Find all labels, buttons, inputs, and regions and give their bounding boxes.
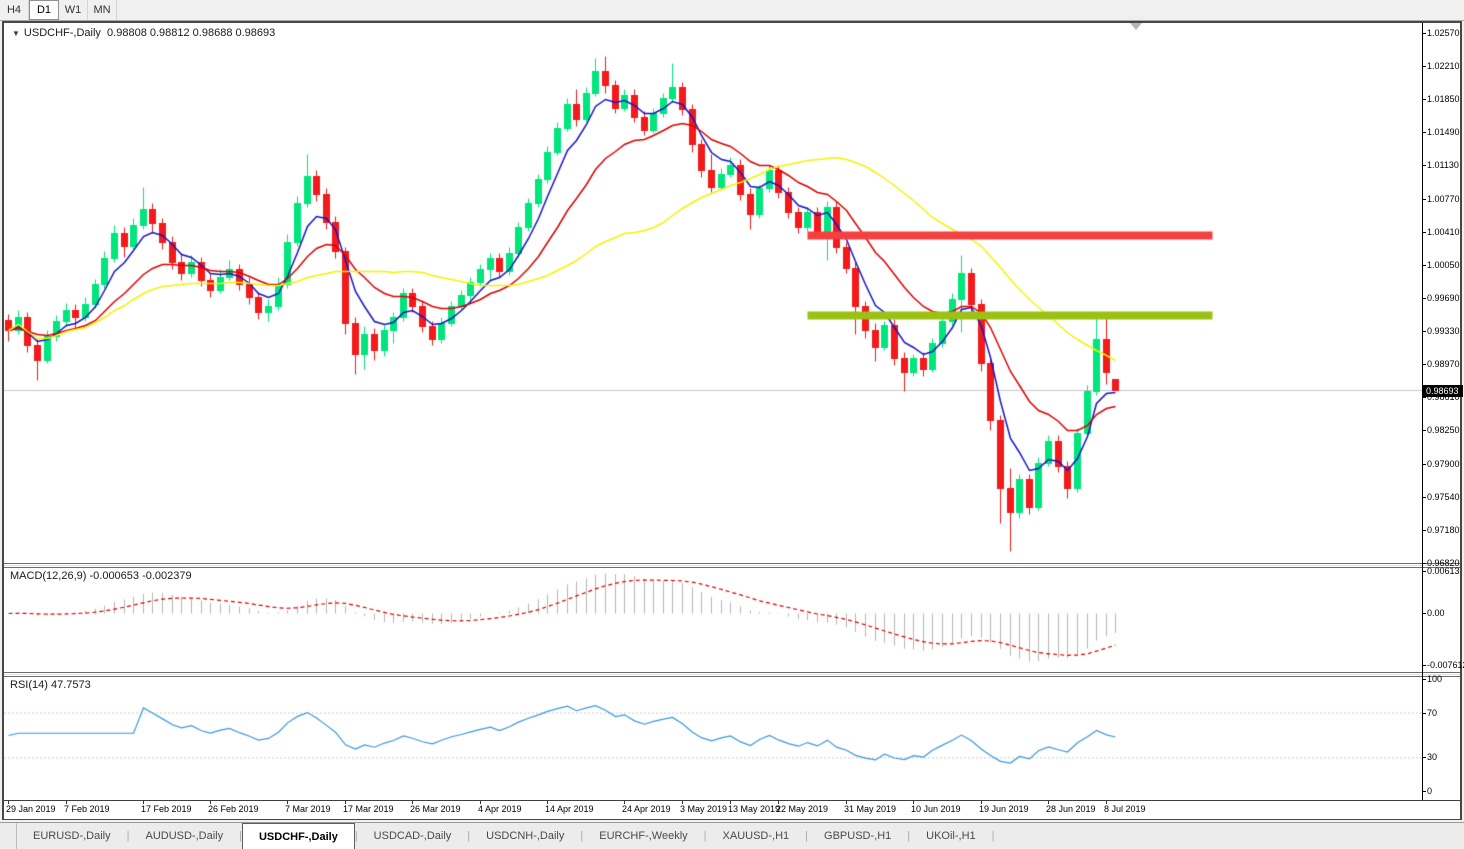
rsi-axis-label: 30 (1427, 752, 1437, 762)
macd-indicator-canvas[interactable] (4, 568, 1422, 672)
price-axis-label: 1.00050 (1427, 260, 1460, 270)
axis-tick (1423, 33, 1426, 34)
date-label: 19 Jun 2019 (979, 804, 1029, 814)
rsi-value: 47.7573 (51, 679, 91, 691)
price-axis-label: 1.01850 (1427, 94, 1460, 104)
symbol-tab-audusd[interactable]: AUDUSD-,Daily (129, 823, 239, 849)
axis-tick (1423, 713, 1426, 714)
rsi-title: RSI(14) 47.7573 (10, 679, 91, 691)
symbol-tab-eurusd[interactable]: EURUSD-,Daily (17, 823, 127, 849)
axis-tick (1423, 530, 1426, 531)
rsi-axis-label: 70 (1427, 708, 1437, 718)
chart-ohlc-values: 0.98808 0.98812 0.98688 0.98693 (107, 27, 275, 39)
axis-tick (1423, 66, 1426, 67)
axis-tick (1423, 679, 1426, 680)
symbol-tab-eurchf[interactable]: EURCHF-,Weekly (583, 823, 703, 849)
chart-dropdown-icon[interactable]: ▼ (12, 29, 20, 38)
rsi-axis-label: 100 (1427, 674, 1442, 684)
price-axis-label: 1.01490 (1427, 127, 1460, 137)
macd-label: MACD(12,26,9) (10, 570, 86, 582)
symbol-tab-bar: EURUSD-,Daily|AUDUSD-,Daily|USDCHF-,Dail… (0, 822, 1464, 849)
chart-title: ▼ USDCHF-,Daily 0.98808 0.98812 0.98688 0… (12, 27, 275, 39)
date-label: 31 May 2019 (844, 804, 896, 814)
chart-shift-marker-icon[interactable] (1130, 23, 1142, 30)
date-label: 26 Feb 2019 (208, 804, 259, 814)
rsi-axis-label: 0 (1427, 786, 1432, 796)
date-label: 14 Apr 2019 (545, 804, 594, 814)
timeframe-button-mn[interactable]: MN (88, 0, 117, 20)
current-price-tag: 0.98693 (1423, 385, 1463, 397)
timeframe-button-h4[interactable]: H4 (0, 0, 29, 20)
price-axis-label: 0.99330 (1427, 326, 1460, 336)
date-label: 22 May 2019 (776, 804, 828, 814)
date-label: 17 Mar 2019 (343, 804, 394, 814)
price-axis-label: 1.01130 (1427, 160, 1459, 170)
timeframe-button-w1[interactable]: W1 (59, 0, 88, 20)
axis-tick (1423, 199, 1426, 200)
price-axis-label: 1.02570 (1427, 28, 1460, 38)
axis-tick (1423, 757, 1426, 758)
symbol-tab-gbpusd[interactable]: GBPUSD-,H1 (808, 823, 907, 849)
axis-tick (1423, 791, 1426, 792)
date-label: 24 Apr 2019 (622, 804, 671, 814)
date-label: 3 May 2019 (680, 804, 727, 814)
price-axis-label: 0.99690 (1427, 293, 1460, 303)
axis-tick (1423, 331, 1426, 332)
date-label: 7 Mar 2019 (285, 804, 331, 814)
axis-tick (1423, 613, 1426, 614)
rsi-label: RSI(14) (10, 679, 48, 691)
axis-tick (1423, 132, 1426, 133)
timeframe-toolbar: H4D1W1MN (0, 0, 1464, 21)
price-axis-label: 1.00770 (1427, 194, 1460, 204)
axis-tick (1423, 232, 1426, 233)
symbol-tab-ukoil[interactable]: UKOil-,H1 (910, 823, 992, 849)
date-label: 13 May 2019 (728, 804, 780, 814)
axis-tick (1423, 364, 1426, 365)
axis-tick (1423, 563, 1426, 564)
axis-tick (1423, 298, 1426, 299)
macd-axis-label: 0.00613 (1427, 566, 1460, 576)
date-label: 28 Jun 2019 (1046, 804, 1096, 814)
macd-axis-label: -0.007612 (1427, 660, 1464, 670)
symbol-tab-usdchf[interactable]: USDCHF-,Daily (242, 823, 355, 849)
macd-title: MACD(12,26,9) -0.000653 -0.002379 (10, 570, 192, 582)
price-axis-label: 0.98250 (1427, 425, 1460, 435)
chart-symbol-label: USDCHF-,Daily (24, 27, 101, 39)
price-chart-canvas[interactable] (4, 23, 1422, 563)
date-label: 29 Jan 2019 (6, 804, 56, 814)
date-label: 7 Feb 2019 (64, 804, 110, 814)
price-axis-label: 0.97180 (1427, 525, 1460, 535)
price-axis-label: 0.97900 (1427, 459, 1460, 469)
date-axis[interactable]: 29 Jan 2019 7 Feb 2019 17 Feb 2019 26 Feb 2… (4, 800, 1460, 819)
axis-tick (1423, 430, 1426, 431)
price-axis-label: 0.97540 (1427, 492, 1460, 502)
symbol-tab-usdcad[interactable]: USDCAD-,Daily (358, 823, 468, 849)
date-label: 8 Jul 2019 (1104, 804, 1146, 814)
date-label: 17 Feb 2019 (141, 804, 192, 814)
price-axis-label: 1.00410 (1427, 227, 1460, 237)
axis-tick (1423, 464, 1426, 465)
date-label: 26 Mar 2019 (410, 804, 461, 814)
chart-window: ▼ USDCHF-,Daily 0.98808 0.98812 0.98688 0… (2, 21, 1462, 820)
symbol-tab-xauusd[interactable]: XAUUSD-,H1 (707, 823, 806, 849)
price-axis-label: 0.98970 (1427, 359, 1460, 369)
rsi-indicator-canvas[interactable] (4, 677, 1422, 800)
axis-tick (1423, 165, 1426, 166)
price-axis-divider (1422, 23, 1423, 800)
axis-tick (1423, 497, 1426, 498)
axis-tick (1423, 571, 1426, 572)
axis-tick (1423, 99, 1426, 100)
date-label: 4 Apr 2019 (478, 804, 522, 814)
macd-axis-label: 0.00 (1427, 608, 1445, 618)
tab-bar-stub (0, 823, 17, 849)
price-axis-label: 1.02210 (1427, 61, 1460, 71)
tab-separator: | (992, 823, 995, 849)
axis-tick (1423, 265, 1426, 266)
date-label: 10 Jun 2019 (911, 804, 961, 814)
axis-tick (1423, 397, 1426, 398)
axis-tick (1423, 665, 1426, 666)
timeframe-button-d1[interactable]: D1 (29, 0, 59, 20)
macd-values: -0.000653 -0.002379 (89, 570, 191, 582)
symbol-tab-usdcnh[interactable]: USDCNH-,Daily (470, 823, 580, 849)
